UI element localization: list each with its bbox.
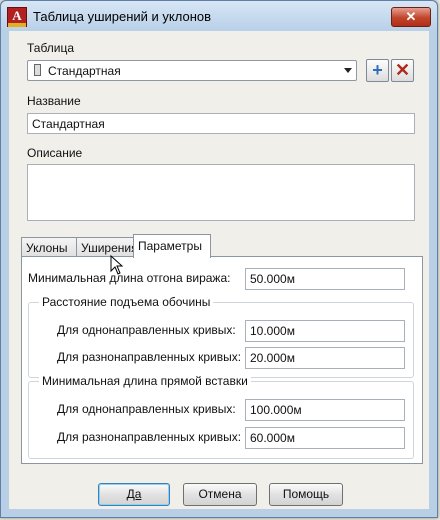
shoulder-opp-label: Для разнонаправленных кривых: xyxy=(57,350,242,364)
mouse-cursor-icon xyxy=(110,255,124,275)
shoulder-same-value: 10.000м xyxy=(250,324,295,338)
shoulder-rise-title: Расстояние подъема обочины xyxy=(39,295,214,309)
tangent-same-label: Для однонаправленных кривых: xyxy=(57,402,236,416)
tab-slopes[interactable]: Уклоны xyxy=(21,237,77,258)
tab-strip: Уклоны Уширения Параметры xyxy=(21,234,421,258)
table-select[interactable]: Стандартная xyxy=(27,60,357,81)
tangent-length-title: Минимальная длина прямой вставки xyxy=(39,374,251,388)
dialog-window: A Таблица уширений и уклонов ✕ Таблица С… xyxy=(0,0,438,518)
title-bar[interactable]: A Таблица уширений и уклонов ✕ xyxy=(1,1,437,31)
tangent-same-value: 100.000м xyxy=(250,403,302,417)
shoulder-opp-value: 20.000м xyxy=(250,351,295,365)
add-table-button[interactable]: + xyxy=(366,59,389,82)
dialog-body: Таблица Стандартная + ✕ Название Стандар… xyxy=(9,31,429,509)
parameters-panel: Минимальная длина отгона виража: 50.000м… xyxy=(21,256,423,464)
name-label: Название xyxy=(27,94,81,108)
description-label: Описание xyxy=(27,146,83,160)
description-textarea[interactable] xyxy=(27,164,415,221)
min-runout-value: 50.000м xyxy=(250,272,295,286)
min-runout-label: Минимальная длина отгона виража: xyxy=(28,271,231,285)
shoulder-opp-input[interactable]: 20.000м xyxy=(245,347,405,369)
window-title: Таблица уширений и уклонов xyxy=(33,9,212,24)
delete-table-button[interactable]: ✕ xyxy=(391,59,414,82)
tangent-opp-input[interactable]: 60.000м xyxy=(245,427,405,449)
tangent-length-group: Минимальная длина прямой вставки Для одн… xyxy=(28,374,414,459)
tangent-opp-value: 60.000м xyxy=(250,431,295,445)
table-label: Таблица xyxy=(27,41,75,55)
chevron-down-icon[interactable] xyxy=(344,68,352,73)
min-runout-input[interactable]: 50.000м xyxy=(245,268,405,290)
shoulder-same-label: Для однонаправленных кривых: xyxy=(57,323,236,337)
ok-button-label: Да xyxy=(126,487,142,501)
app-icon: A xyxy=(7,7,27,27)
cancel-button[interactable]: Отмена xyxy=(183,483,257,506)
ok-button[interactable]: Да xyxy=(98,483,170,506)
tangent-same-input[interactable]: 100.000м xyxy=(245,399,405,421)
help-button[interactable]: Помощь xyxy=(269,483,343,506)
close-button[interactable]: ✕ xyxy=(391,7,431,27)
name-input-value: Стандартная xyxy=(32,117,105,131)
name-input[interactable]: Стандартная xyxy=(27,113,415,134)
shoulder-rise-group: Расстояние подъема обочины Для однонапра… xyxy=(28,295,414,378)
table-select-value: Стандартная xyxy=(48,64,121,78)
table-style-icon xyxy=(34,64,41,76)
tab-parameters[interactable]: Параметры xyxy=(133,234,211,258)
tangent-opp-label: Для разнонаправленных кривых: xyxy=(57,430,242,444)
shoulder-same-input[interactable]: 10.000м xyxy=(245,320,405,342)
